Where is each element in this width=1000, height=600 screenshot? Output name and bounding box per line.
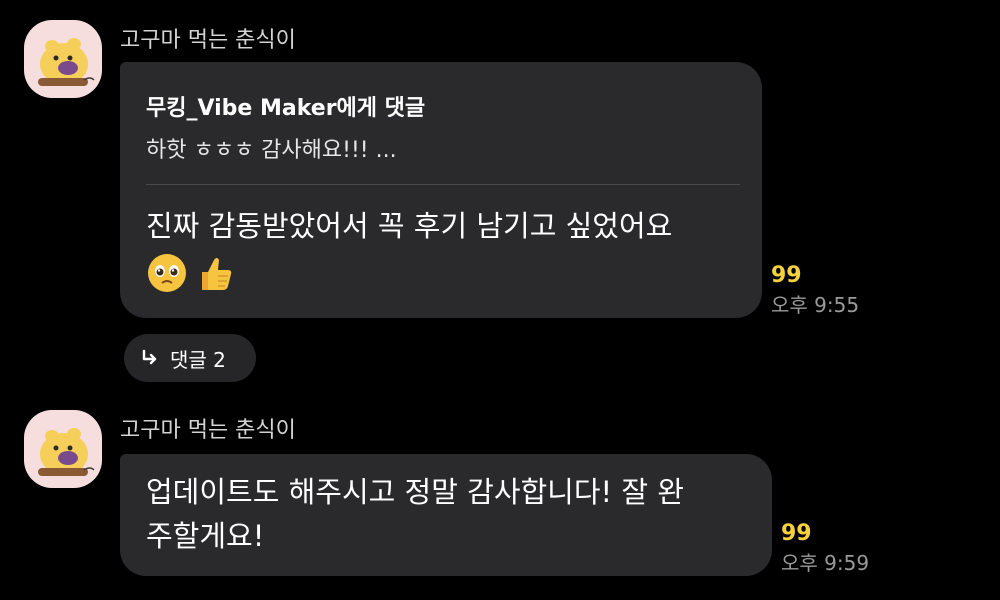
- reply-divider: [146, 184, 740, 185]
- message-meta: 99 오후 9:59: [781, 520, 869, 578]
- message-meta: 99 오후 9:55: [771, 262, 859, 320]
- message-text-line: 주할게요!: [146, 519, 265, 553]
- reply-reference-snippet[interactable]: 하핫 ㅎㅎㅎ 감사해요!!! ...: [146, 132, 397, 164]
- sender-name: 고구마 먹는 춘식이: [120, 418, 296, 443]
- pleading-face-emoji: [148, 254, 186, 292]
- reaction-count[interactable]: 99: [781, 520, 869, 548]
- chunsik-character-icon: [38, 428, 95, 476]
- emoji-row: [146, 252, 236, 294]
- sender-avatar[interactable]: [24, 410, 102, 488]
- thread-replies-button[interactable]: 댓글 2: [124, 334, 256, 382]
- message-text: 진짜 감동받았어서 꼭 후기 남기고 싶었어요: [146, 209, 673, 243]
- thumbs-up-emoji: [202, 258, 232, 290]
- message-time: 오후 9:55: [771, 293, 860, 317]
- message-text-line: 업데이트도 해주시고 정말 감사합니다! 잘 완: [146, 475, 684, 509]
- sender-avatar[interactable]: [24, 20, 102, 98]
- chat-screen: 고구마 먹는 춘식이 무킹_Vibe Maker에게 댓글 하핫 ㅎㅎㅎ 감사해…: [0, 0, 1000, 600]
- chunsik-character-icon: [38, 38, 95, 86]
- thread-replies-label: 댓글 2: [170, 347, 226, 372]
- reaction-count[interactable]: 99: [771, 262, 859, 290]
- sender-name: 고구마 먹는 춘식이: [120, 28, 296, 53]
- message-bubble[interactable]: 업데이트도 해주시고 정말 감사합니다! 잘 완 주할게요!: [120, 454, 772, 576]
- message-time: 오후 9:59: [781, 551, 870, 575]
- reply-reference-title[interactable]: 무킹_Vibe Maker에게 댓글: [146, 90, 425, 122]
- reply-arrow-icon: [142, 349, 157, 365]
- message-bubble[interactable]: 무킹_Vibe Maker에게 댓글 하핫 ㅎㅎㅎ 감사해요!!! ... 진짜…: [120, 62, 762, 318]
